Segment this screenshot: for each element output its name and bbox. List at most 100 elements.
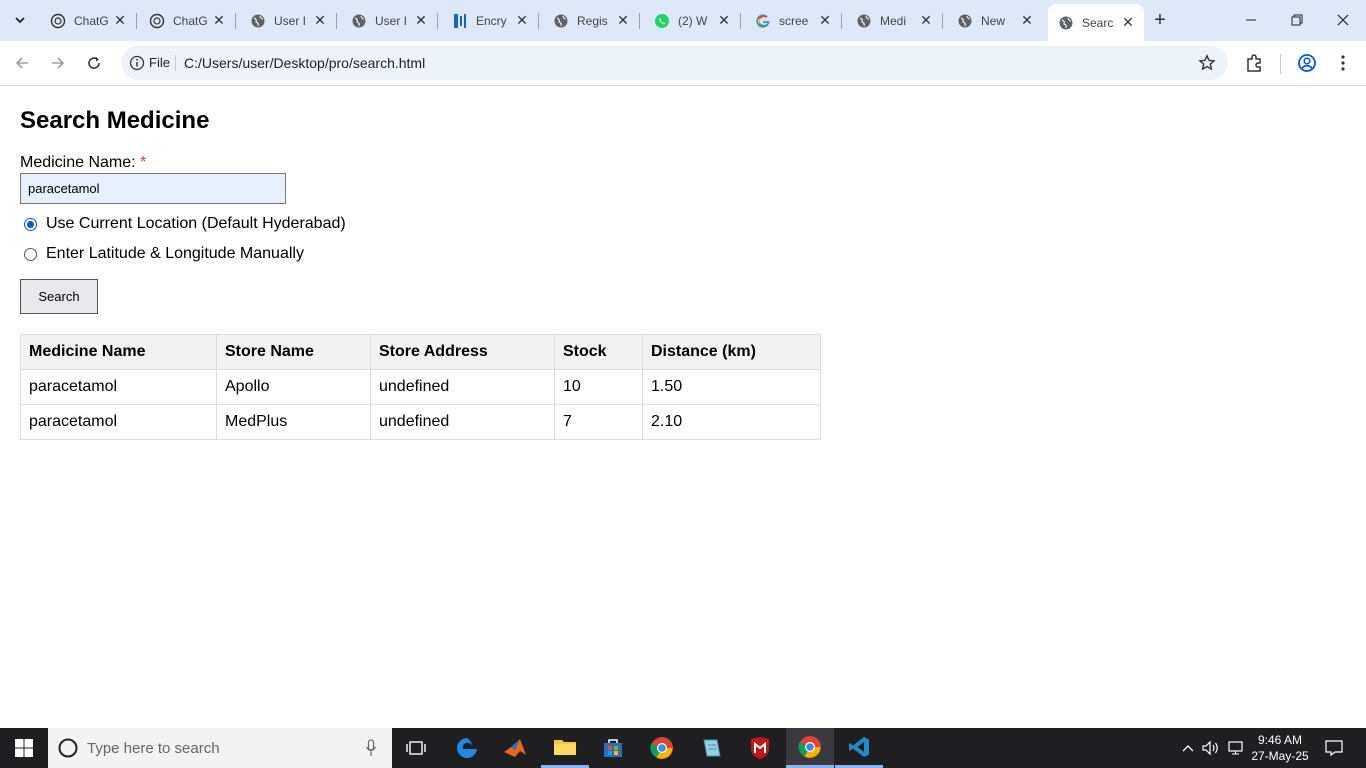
taskbar-chrome[interactable]: [638, 728, 686, 768]
divider: [1280, 54, 1281, 74]
browser-tab[interactable]: ChatG ✕: [40, 4, 137, 37]
tab-close-icon[interactable]: ✕: [918, 12, 934, 29]
table-cell: 1.50: [642, 369, 821, 405]
chrome-icon: [650, 737, 673, 759]
minimize-icon: [1246, 19, 1256, 21]
start-button[interactable]: [0, 728, 48, 768]
microphone-icon[interactable]: [365, 739, 377, 757]
google-icon: [755, 13, 771, 29]
tab-title: New: [981, 13, 1006, 28]
taskbar-chrome-active[interactable]: [786, 728, 834, 768]
medicine-label-text: Medicine Name:: [20, 154, 136, 171]
tab-title: Encry: [476, 13, 507, 28]
taskbar-notes-app[interactable]: [687, 728, 735, 768]
forward-button[interactable]: [44, 49, 72, 77]
menu-button[interactable]: [1332, 52, 1354, 74]
browser-tab[interactable]: Encry ✕: [442, 4, 539, 37]
more-vertical-icon: [1341, 55, 1345, 71]
taskbar-store[interactable]: [589, 728, 637, 768]
divider: [175, 55, 176, 71]
browser-tab[interactable]: User I ✕: [240, 4, 337, 37]
taskbar-clock[interactable]: 9:46 AM 27-May-25: [1246, 732, 1314, 764]
network-monitor-icon: [1228, 741, 1243, 755]
url-text[interactable]: C:/Users/user/Desktop/pro/search.html: [184, 55, 425, 71]
taskbar-matlab[interactable]: [491, 728, 539, 768]
task-view-button[interactable]: [392, 728, 440, 768]
results-table: Medicine Name Store Name Store Address S…: [20, 334, 821, 440]
column-header: Distance (km): [642, 334, 821, 370]
taskbar-mcafee[interactable]: [736, 728, 784, 768]
tab-title: ChatG: [173, 13, 208, 28]
clock-date: 27-May-25: [1251, 749, 1309, 763]
tab-close-icon[interactable]: ✕: [1019, 12, 1035, 29]
globe-icon: [856, 13, 872, 29]
mcafee-shield-icon: [751, 737, 769, 759]
volume-button[interactable]: [1200, 728, 1222, 768]
table-row: paracetamol MedPlus undefined 7 2.10: [20, 404, 821, 440]
browser-tab[interactable]: New ✕: [947, 4, 1043, 37]
profile-button[interactable]: [1296, 52, 1318, 74]
speaker-icon: [1202, 740, 1218, 756]
browser-tab[interactable]: ChatG ✕: [139, 4, 236, 37]
tab-title: Regis: [577, 13, 608, 28]
browser-tab[interactable]: (2) W ✕: [644, 4, 741, 37]
taskbar-search-placeholder: Type here to search: [87, 739, 220, 757]
tab-title: ChatG: [74, 13, 109, 28]
page-content: Search Medicine Medicine Name: * Use Cur…: [0, 87, 1366, 728]
tab-close-icon[interactable]: ✕: [514, 12, 530, 29]
browser-tab[interactable]: User I ✕: [341, 4, 438, 37]
browser-tab[interactable]: Searc ✕: [1048, 4, 1144, 41]
close-window-button[interactable]: [1320, 0, 1366, 40]
minimize-button[interactable]: [1228, 0, 1274, 40]
bookmark-star-icon[interactable]: [1198, 54, 1216, 72]
tab-search-button[interactable]: [8, 8, 32, 32]
tab-close-icon[interactable]: ✕: [413, 12, 429, 29]
globe-icon: [250, 13, 266, 29]
tab-title: scree: [779, 13, 809, 28]
windows-logo-icon: [15, 739, 33, 757]
taskbar-search-box[interactable]: Type here to search: [48, 728, 392, 768]
browser-tab[interactable]: scree ✕: [745, 4, 842, 37]
medicine-name-input[interactable]: [20, 173, 286, 204]
extensions-button[interactable]: [1243, 52, 1265, 74]
taskbar-edge[interactable]: [443, 728, 491, 768]
folder-icon: [554, 739, 576, 755]
browser-tab[interactable]: Medi ✕: [846, 4, 943, 37]
network-button[interactable]: [1224, 728, 1246, 768]
task-view-icon: [406, 741, 426, 755]
tab-close-icon[interactable]: ✕: [211, 12, 227, 29]
new-tab-button[interactable]: +: [1148, 8, 1172, 32]
chevron-up-icon: [1182, 745, 1194, 752]
tab-title: User I: [375, 13, 408, 28]
globe-icon: [1058, 15, 1074, 31]
notifications-button[interactable]: [1320, 728, 1348, 768]
tab-close-icon[interactable]: ✕: [716, 12, 732, 29]
show-hidden-icons-button[interactable]: [1178, 728, 1198, 768]
edge-icon: [457, 738, 477, 758]
tab-close-icon[interactable]: ✕: [312, 12, 328, 29]
tab-close-icon[interactable]: ✕: [112, 12, 128, 29]
browser-toolbar: File C:/Users/user/Desktop/pro/search.ht…: [0, 41, 1366, 86]
clock-time: 9:46 AM: [1257, 733, 1303, 747]
tab-close-icon[interactable]: ✕: [615, 12, 631, 29]
location-option-current[interactable]: Use Current Location (Default Hyderabad): [24, 215, 346, 233]
required-mark: *: [140, 154, 147, 171]
radio-manual-coordinates[interactable]: [24, 247, 37, 261]
account-icon: [1298, 54, 1316, 72]
taskbar-vscode[interactable]: [835, 728, 883, 768]
restore-button[interactable]: [1274, 0, 1320, 40]
radio-current-location[interactable]: [24, 217, 37, 231]
search-button[interactable]: Search: [20, 279, 98, 314]
browser-tab[interactable]: Regis ✕: [543, 4, 640, 37]
notes-icon: [703, 739, 721, 757]
tab-close-icon[interactable]: ✕: [817, 12, 833, 29]
info-icon[interactable]: [129, 55, 145, 71]
back-button[interactable]: [8, 49, 36, 77]
taskbar-file-explorer[interactable]: [541, 728, 589, 768]
location-option-manual[interactable]: Enter Latitude & Longitude Manually: [24, 245, 304, 263]
tab-close-icon[interactable]: ✕: [1120, 14, 1136, 31]
table-header-row: Medicine Name Store Name Store Address S…: [20, 334, 821, 370]
reload-button[interactable]: [80, 49, 108, 77]
address-bar[interactable]: File C:/Users/user/Desktop/pro/search.ht…: [121, 46, 1228, 80]
cortana-circle-icon: [58, 738, 78, 758]
